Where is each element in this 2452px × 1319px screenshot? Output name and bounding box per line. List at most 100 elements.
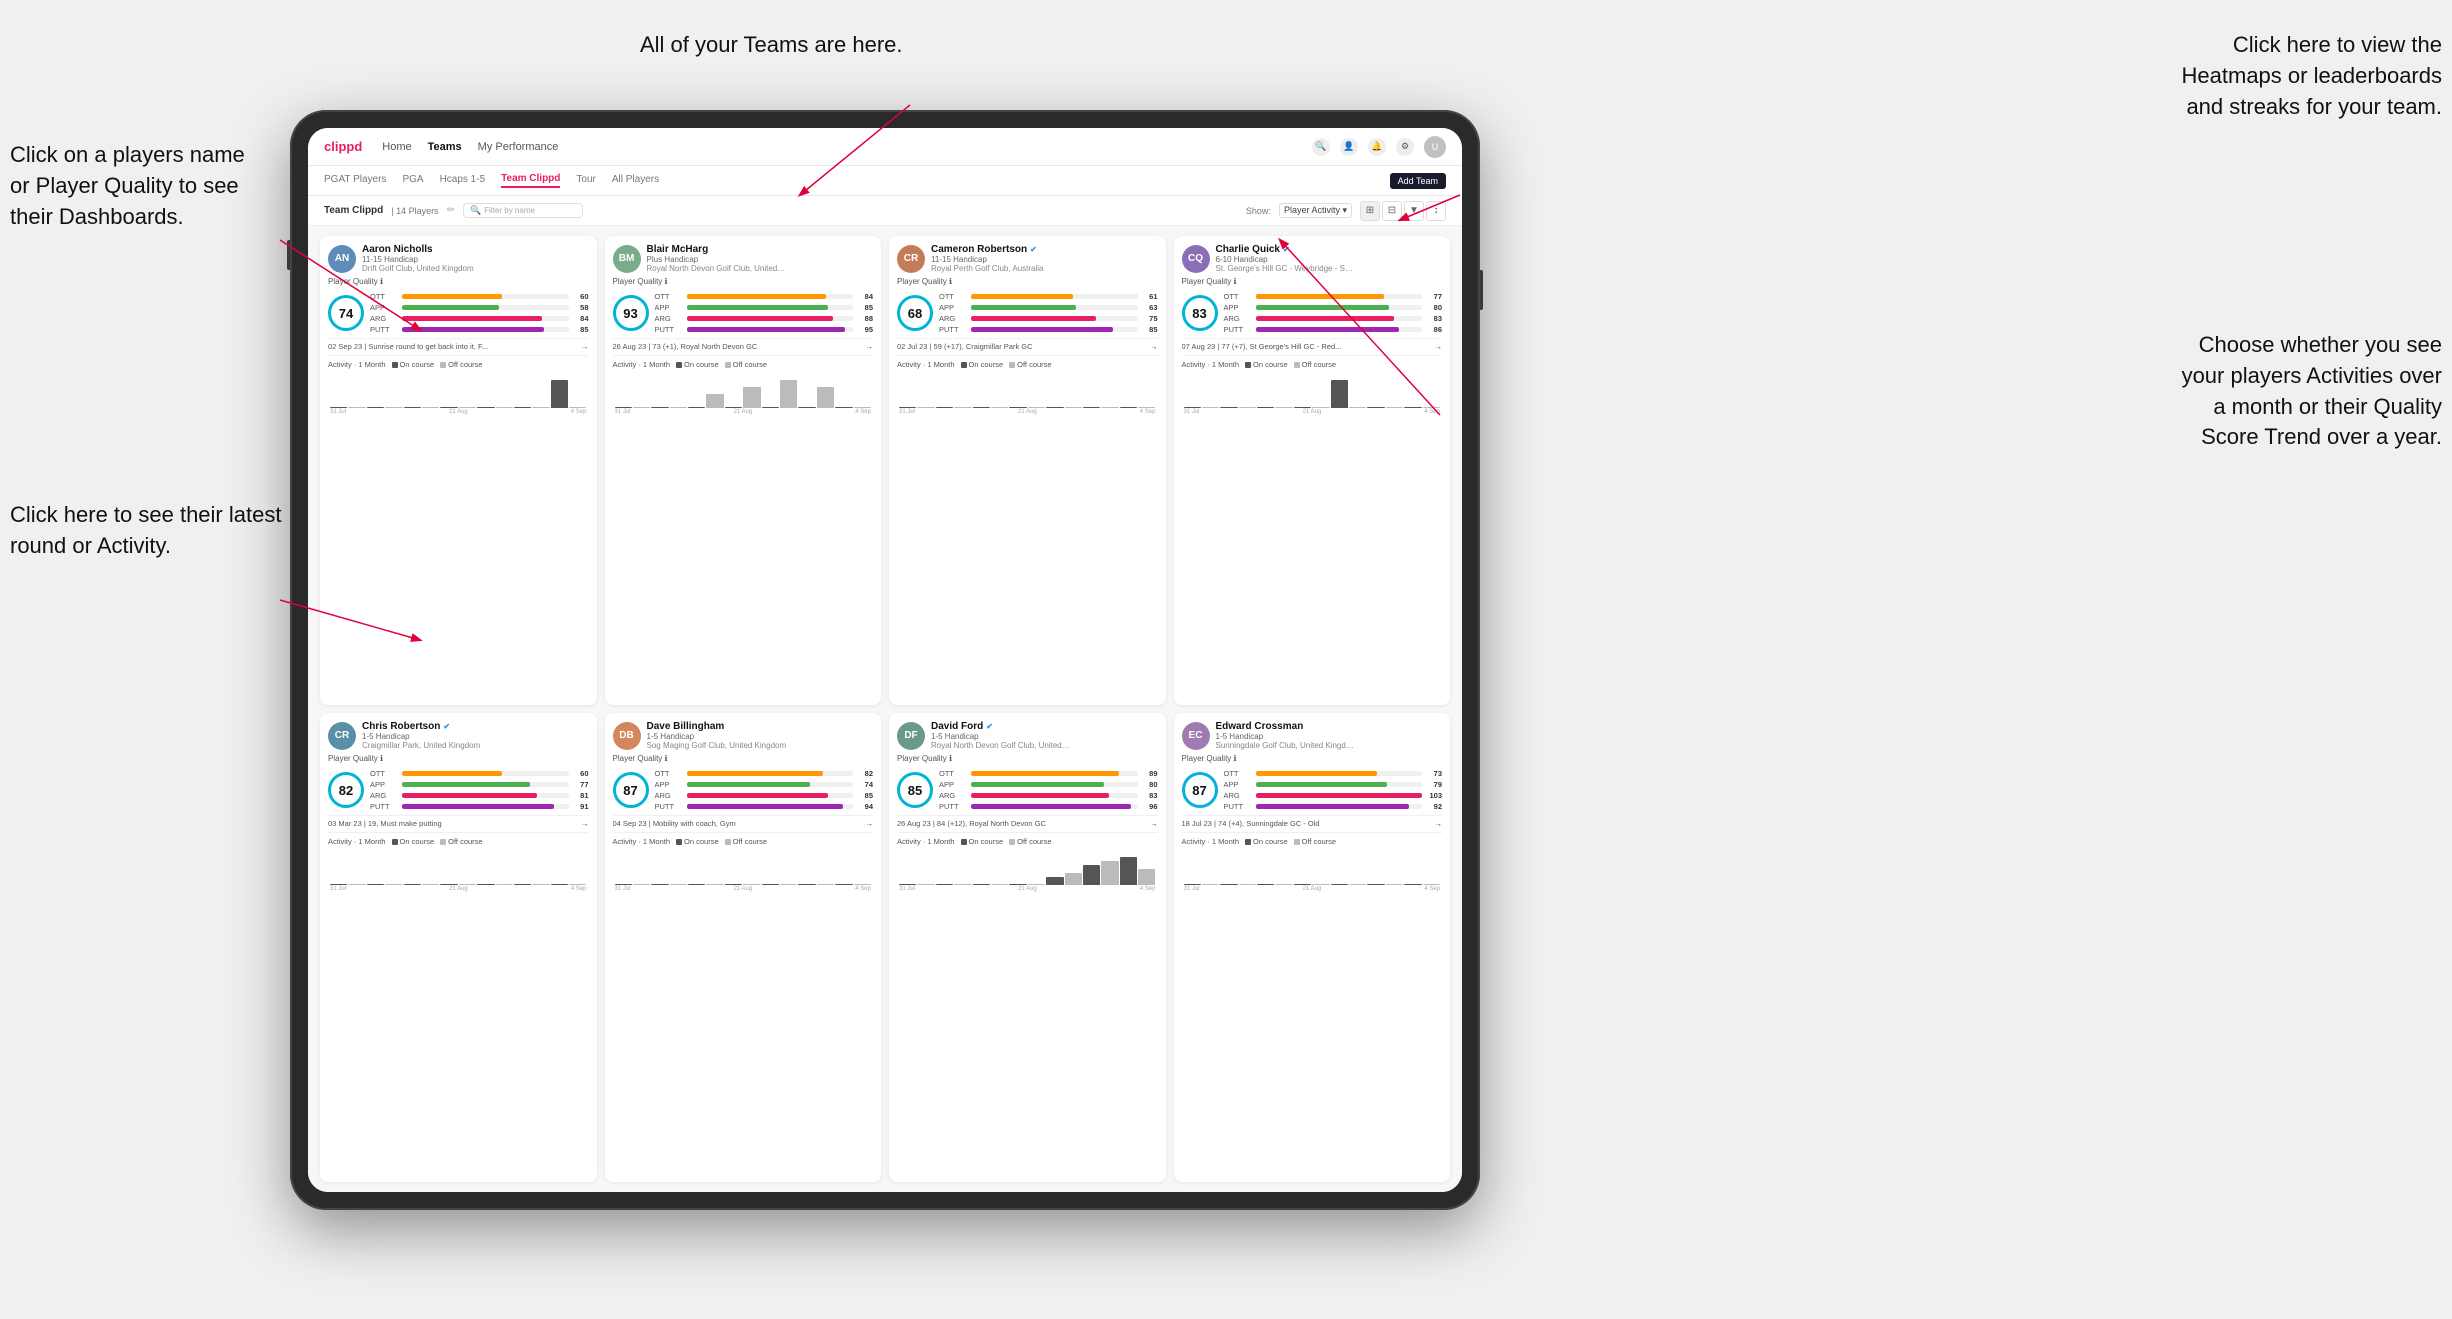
player-card[interactable]: CR Chris Robertson ✔ 1-5 Handicap Craigm… [320,713,597,1182]
bell-icon[interactable]: 🔔 [1368,138,1386,156]
nav-my-performance[interactable]: My Performance [478,139,559,155]
stat-label: OTT [1224,769,1252,778]
player-name[interactable]: Cameron Robertson ✔ [931,244,1158,255]
stat-bar-container [971,771,1138,776]
stat-value: 60 [573,769,589,778]
on-course-label: On course [400,837,435,846]
stat-label: APP [655,303,683,312]
player-name[interactable]: Chris Robertson ✔ [362,721,589,732]
activity-label: Activity · 1 Month On course Off course [1182,837,1443,846]
player-info: Dave Billingham 1-5 Handicap Sog Maging … [647,721,874,750]
latest-round[interactable]: 03 Mar 23 | 19, Must make putting → [328,815,589,828]
stat-bar-container [687,782,854,787]
chart-bar [1202,884,1219,885]
show-select[interactable]: Player Activity ▾ [1279,203,1352,218]
player-handicap: 6-10 Handicap [1216,255,1443,264]
player-card[interactable]: CQ Charlie Quick ✔ 6-10 Handicap St. Geo… [1174,236,1451,705]
player-name[interactable]: Blair McHarg [647,244,874,255]
quality-circle[interactable]: 82 [328,772,364,808]
nav-teams[interactable]: Teams [428,139,462,155]
user-avatar[interactable]: U [1424,136,1446,158]
activity-section: Activity · 1 Month On course Off course … [328,832,589,892]
filter-button[interactable]: ▼ [1404,201,1424,221]
player-name[interactable]: Aaron Nicholls [362,244,589,255]
on-course-label: On course [400,360,435,369]
quality-circle[interactable]: 85 [897,772,933,808]
chart-bar [459,407,476,408]
sort-button[interactable]: ↕ [1426,201,1446,221]
chart-bar [348,407,365,408]
quality-circle[interactable]: 68 [897,295,933,331]
settings-icon[interactable]: ⚙ [1396,138,1414,156]
latest-round[interactable]: 04 Sep 23 | Mobility with coach, Gym → [613,815,874,828]
chart-bars [1182,371,1443,408]
player-card[interactable]: AN Aaron Nicholls 11-15 Handicap Drift G… [320,236,597,705]
quality-label: Player Quality ℹ [613,754,874,763]
add-team-button[interactable]: Add Team [1390,173,1446,189]
stat-label: OTT [370,292,398,301]
latest-round[interactable]: 02 Jul 23 | 59 (+17), Craigmillar Park G… [897,338,1158,351]
stat-value: 84 [573,314,589,323]
chart-dates: 31 Jul 21 Aug 4 Sep [897,886,1158,892]
grid-view-button[interactable]: ⊞ [1360,201,1380,221]
chart-bar [1065,873,1082,885]
date-3: 4 Sep [1424,886,1440,892]
activity-chart: 31 Jul 21 Aug 4 Sep [897,371,1158,415]
view-buttons: ⊞ ⊟ ▼ ↕ [1360,201,1446,221]
activity-chart: 31 Jul 21 Aug 4 Sep [613,848,874,892]
nav-home[interactable]: Home [382,139,411,155]
tab-all-players[interactable]: All Players [612,174,659,187]
chart-bar [1367,884,1384,885]
tab-pga[interactable]: PGA [402,174,423,187]
quality-circle[interactable]: 83 [1182,295,1218,331]
latest-round[interactable]: 02 Sep 23 | Sunrise round to get back in… [328,338,589,351]
latest-round[interactable]: 26 Aug 23 | 73 (+1), Royal North Devon G… [613,338,874,351]
quality-section: 93 OTT 84 APP 85 ARG 88 PUT [613,292,874,334]
player-count: | 14 Players [391,206,438,216]
quality-circle[interactable]: 74 [328,295,364,331]
profile-icon[interactable]: 👤 [1340,138,1358,156]
edit-icon[interactable]: ✏ [447,205,455,216]
player-card[interactable]: BM Blair McHarg Plus Handicap Royal Nort… [605,236,882,705]
quality-section: 85 OTT 89 APP 80 ARG 83 PUT [897,769,1158,811]
player-name[interactable]: David Ford ✔ [931,721,1158,732]
quality-circle[interactable]: 93 [613,295,649,331]
player-name[interactable]: Edward Crossman [1216,721,1443,732]
date-3: 4 Sep [571,409,587,415]
quality-circle[interactable]: 87 [613,772,649,808]
search-box[interactable]: 🔍 Filter by name [463,203,583,218]
quality-circle[interactable]: 87 [1182,772,1218,808]
chart-bar [1423,407,1440,408]
chart-bar [422,884,439,885]
tab-team-clippd[interactable]: Team Clippd [501,173,560,188]
chart-bar [1083,865,1100,885]
stat-bar-container [402,316,569,321]
player-card[interactable]: DF David Ford ✔ 1-5 Handicap Royal North… [889,713,1166,1182]
quality-label: Player Quality ℹ [1182,754,1443,763]
player-card[interactable]: DB Dave Billingham 1-5 Handicap Sog Magi… [605,713,882,1182]
player-name[interactable]: Dave Billingham [647,721,874,732]
chart-bar [991,884,1008,885]
latest-round[interactable]: 26 Aug 23 | 84 (+12), Royal North Devon … [897,815,1158,828]
list-view-button[interactable]: ⊟ [1382,201,1402,221]
off-course-legend: Off course [1009,837,1051,846]
chart-bar [973,407,990,408]
tab-tour[interactable]: Tour [576,174,595,187]
quality-section: 82 OTT 60 APP 77 ARG 81 PUT [328,769,589,811]
search-icon[interactable]: 🔍 [1312,138,1330,156]
chart-bar [1009,884,1026,885]
stat-row: ARG 81 [370,791,589,800]
stat-bar-container [971,327,1138,332]
search-icon-small: 🔍 [470,205,481,216]
tab-pgat-players[interactable]: PGAT Players [324,174,386,187]
player-name[interactable]: Charlie Quick ✔ [1216,244,1443,255]
player-card[interactable]: CR Cameron Robertson ✔ 11-15 Handicap Ro… [889,236,1166,705]
player-card[interactable]: EC Edward Crossman 1-5 Handicap Sunningd… [1174,713,1451,1182]
stat-label: APP [939,780,967,789]
latest-round[interactable]: 07 Aug 23 | 77 (+7), St George's Hill GC… [1182,338,1443,351]
tab-hcaps[interactable]: Hcaps 1-5 [440,174,486,187]
latest-round[interactable]: 18 Jul 23 | 74 (+4), Sunningdale GC - Ol… [1182,815,1443,828]
stat-row: PUTT 94 [655,802,874,811]
stat-bar-container [687,771,854,776]
date-2: 21 Aug [1303,409,1322,415]
